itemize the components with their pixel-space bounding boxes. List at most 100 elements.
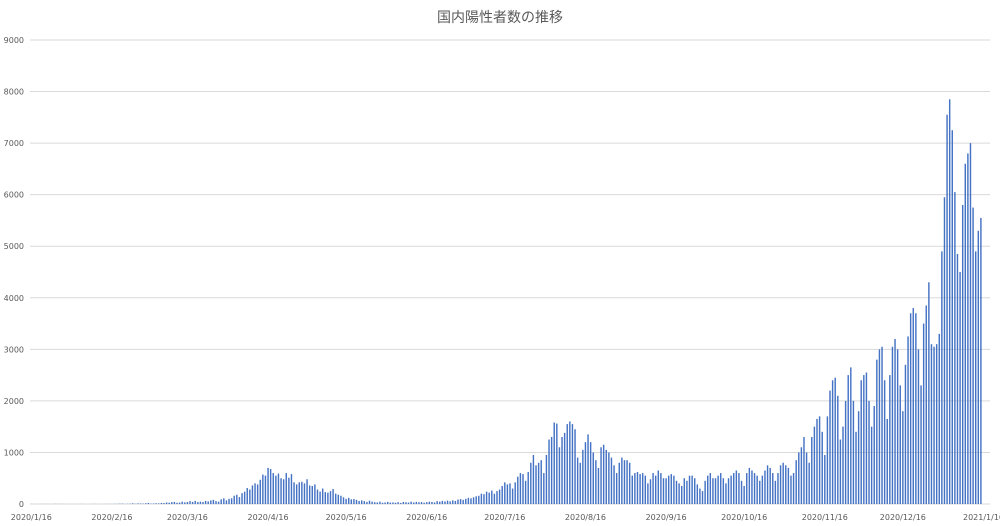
bar: [571, 424, 574, 504]
bar: [837, 395, 839, 504]
bar: [839, 439, 842, 504]
bar: [376, 502, 379, 504]
bar: [743, 485, 745, 504]
bar: [449, 501, 451, 504]
bar: [636, 472, 639, 504]
bar: [360, 500, 363, 504]
bar: [795, 460, 797, 504]
bar: [478, 495, 480, 504]
bar: [553, 422, 555, 504]
bar: [132, 503, 134, 504]
bar: [961, 204, 964, 505]
bar: [332, 489, 334, 504]
bar: [530, 462, 532, 504]
bar: [889, 375, 891, 504]
bar: [282, 479, 285, 504]
x-tick-label: 2020/2/16: [91, 513, 132, 522]
bar: [506, 484, 509, 504]
bar: [631, 475, 633, 504]
bar: [948, 99, 951, 504]
bar: [699, 488, 701, 504]
bar: [519, 473, 522, 504]
bar: [407, 502, 410, 504]
bar: [197, 502, 199, 504]
bar: [774, 480, 777, 504]
bar: [628, 462, 631, 504]
bar: [392, 502, 394, 504]
bar: [751, 470, 753, 504]
bar: [735, 470, 738, 504]
x-tick-label: 2020/5/16: [326, 513, 367, 522]
bar: [152, 503, 155, 504]
bar: [974, 251, 977, 504]
bar: [894, 339, 896, 504]
bar: [293, 482, 295, 504]
bar: [277, 473, 280, 504]
bar: [811, 436, 813, 504]
bar: [285, 473, 287, 504]
bar: [566, 424, 568, 504]
bar: [347, 497, 350, 504]
bar: [964, 163, 966, 505]
bar: [545, 455, 548, 504]
bar: [363, 501, 366, 504]
bar: [769, 467, 771, 504]
bar: [925, 305, 927, 504]
bar: [251, 485, 254, 504]
bar: [657, 470, 660, 504]
bar: [686, 480, 688, 504]
bar: [400, 502, 402, 504]
bar: [230, 498, 233, 504]
bar: [857, 411, 860, 504]
bar: [722, 478, 725, 504]
bar: [615, 473, 618, 504]
bar: [327, 492, 329, 504]
bar: [163, 503, 165, 504]
bar: [319, 491, 321, 504]
bar: [147, 502, 150, 504]
bar: [805, 452, 808, 504]
bar: [790, 475, 792, 504]
bar: [602, 444, 605, 504]
bar: [824, 455, 826, 504]
y-tick-label: 3000: [4, 345, 24, 354]
bar: [644, 475, 646, 504]
bar: [324, 492, 326, 504]
bar: [405, 502, 407, 504]
bar: [267, 467, 269, 504]
bar: [912, 308, 914, 504]
bar: [943, 197, 946, 505]
bar: [264, 475, 267, 504]
bar: [454, 500, 457, 504]
bar: [220, 499, 222, 504]
bar: [969, 143, 972, 505]
bar: [569, 421, 571, 504]
bar: [308, 485, 311, 504]
bar: [550, 436, 553, 504]
bar: [938, 333, 940, 504]
bar: [207, 501, 209, 504]
bar: [902, 411, 904, 504]
bar: [145, 503, 147, 504]
y-tick-label: 0: [19, 500, 24, 509]
bar: [514, 482, 516, 504]
bars: [30, 99, 982, 505]
bar: [725, 483, 727, 504]
bar: [733, 473, 735, 504]
bar: [712, 478, 714, 504]
bar: [761, 475, 764, 504]
bar: [592, 452, 594, 504]
x-tick-label: 2020/6/16: [406, 513, 447, 522]
bar: [467, 497, 470, 504]
bar: [233, 495, 235, 504]
bar: [236, 494, 238, 504]
bar: [792, 473, 795, 504]
bar: [210, 500, 212, 504]
bar: [254, 483, 256, 504]
bar: [402, 501, 405, 504]
bar: [639, 474, 641, 504]
bar: [714, 478, 717, 504]
bar: [933, 346, 935, 504]
bar: [935, 344, 938, 504]
bar: [272, 473, 274, 504]
